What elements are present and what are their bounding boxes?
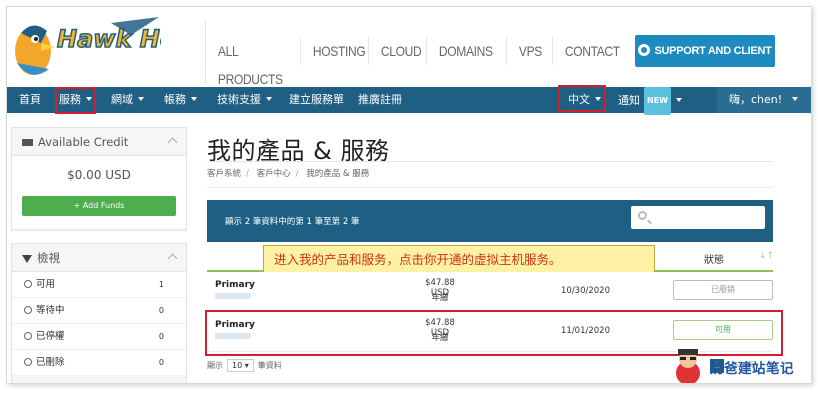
filter-label: 可用 — [36, 279, 56, 290]
main-nav: ALL PRODUCTS HOSTING CLOUD DOMAINS VPS C… — [205, 37, 632, 87]
filter-active[interactable]: 可用 1 — [12, 272, 186, 298]
support-client-area-button[interactable]: SUPPORT AND CLIENT AREA — [635, 35, 775, 89]
watermark-avatar-icon — [676, 349, 700, 385]
filter-suspended[interactable]: 已停權 0 — [12, 324, 186, 350]
tutorial-annotation: 进入我的产品和服务，点击你开通的虚拟主机服务。 — [263, 245, 655, 275]
filter-count: 1 — [158, 280, 164, 289]
user-greeting-label: 嗨，chen! — [729, 93, 783, 106]
table-info: 顯示 2 筆資料中的第 1 筆至第 2 筆 — [225, 217, 360, 227]
nav-domains[interactable]: DOMAINS — [426, 37, 495, 65]
pager-records-label: 筆資料 — [257, 361, 282, 370]
credit-amount: $0.00 USD — [12, 156, 186, 196]
site-header: Hawk Host ALL PRODUCTS HOSTING CLOUD DOM… — [7, 7, 811, 89]
filter-label: 已停權 — [36, 331, 65, 342]
search-icon — [638, 211, 647, 220]
user-greeting: 嗨，chen! — [729, 87, 799, 113]
filter-pending[interactable]: 等待中 0 — [12, 298, 186, 324]
radio-icon — [24, 306, 32, 314]
filter-count: 0 — [158, 332, 164, 341]
radio-icon — [24, 332, 32, 340]
breadcrumb-client-area[interactable]: 客戶中心 — [257, 169, 291, 179]
services-highlight-box — [55, 87, 96, 114]
subnav-support[interactable]: 技術支援 — [217, 87, 272, 113]
caret-down-icon — [138, 97, 144, 101]
available-credit-panel: Available Credit $0.00 USD + Add Funds — [11, 127, 187, 231]
money-icon — [22, 139, 33, 146]
view-panel-header[interactable]: 檢視 — [12, 244, 186, 272]
user-menu[interactable]: 嗨，chen! — [717, 87, 811, 113]
filter-label: 等待中 — [36, 305, 65, 316]
title-divider — [207, 161, 773, 162]
chevron-up-icon[interactable] — [167, 137, 178, 148]
view-title: 檢視 — [37, 251, 60, 265]
language-highlight-box — [558, 85, 606, 112]
filter-count: 0 — [158, 306, 164, 315]
logo-word-hawk: Hawk Host — [57, 25, 161, 53]
filter-terminated[interactable]: 已刪除 0 — [12, 350, 186, 376]
chevron-up-icon[interactable] — [167, 253, 178, 264]
nav-all-products[interactable]: ALL PRODUCTS — [205, 37, 287, 87]
breadcrumb: 客戶系統 / 客戶中心 / 我的產品 & 服務 — [207, 169, 370, 179]
status-column-header[interactable]: 狀態 — [704, 251, 724, 266]
product-name: Primary — [215, 280, 255, 290]
blurred-domain — [215, 293, 251, 299]
client-area-nav: 首頁 服務 網域 帳務 技術支援 建立服務單 推廣註冊 中文 通知 NEW 嗨，c… — [7, 87, 811, 115]
new-badge: NEW — [644, 87, 671, 115]
nav-contact[interactable]: CONTACT — [552, 37, 621, 65]
page-size-value: 10 — [232, 361, 243, 370]
page-size-control: 顯示 10 ▾ 筆資料 — [207, 359, 282, 372]
table-row[interactable]: Primary $47.88 USD 年繳 10/30/2020 已廢銷 — [207, 272, 773, 312]
nav-hosting[interactable]: HOSTING — [300, 37, 366, 65]
next-due-date: 10/30/2020 — [561, 286, 610, 296]
radio-icon — [24, 280, 32, 288]
subnav-open-ticket[interactable]: 建立服務單 — [289, 87, 344, 113]
caret-down-icon — [266, 97, 272, 101]
table-search-input[interactable] — [631, 206, 765, 229]
support-button-label: SUPPORT AND CLIENT AREA — [654, 45, 772, 89]
notifications-label: 通知 — [618, 94, 640, 107]
lifebuoy-icon — [638, 44, 651, 56]
subnav-support-label: 技術支援 — [217, 93, 261, 106]
caret-down-icon — [792, 97, 799, 101]
subnav-billing-label: 帳務 — [164, 93, 186, 106]
page-size-select[interactable]: 10 ▾ — [227, 359, 254, 372]
filter-icon — [22, 255, 32, 263]
breadcrumb-portal[interactable]: 客戶系統 — [207, 169, 241, 179]
nav-cloud[interactable]: CLOUD — [368, 37, 422, 65]
credit-panel-header[interactable]: Available Credit — [12, 128, 186, 156]
pager-show-label: 顯示 — [207, 361, 223, 370]
subnav-domains[interactable]: 網域 — [111, 87, 144, 113]
table-toolbar: 顯示 2 筆資料中的第 1 筆至第 2 筆 — [207, 200, 773, 242]
billing-cycle: 年繳 — [431, 293, 449, 303]
caret-down-icon — [191, 97, 197, 101]
subnav-billing[interactable]: 帳務 — [164, 87, 197, 113]
filter-label: 已刪除 — [36, 357, 65, 368]
subnav-home[interactable]: 首頁 — [19, 87, 41, 113]
sort-icon[interactable]: ↓↑ — [759, 251, 774, 261]
add-funds-wrap: + Add Funds — [12, 196, 186, 228]
watermark-text: 奶爸建站笔记 — [710, 361, 794, 377]
subnav-notifications[interactable]: 通知 NEW — [618, 87, 682, 115]
hawk-host-logo[interactable]: Hawk Host — [11, 13, 161, 83]
watermark: 奶爸建站笔记 — [668, 343, 818, 385]
subnav-domains-label: 網域 — [111, 93, 133, 106]
status-badge: 已廢銷 — [673, 280, 773, 300]
credit-title: Available Credit — [38, 135, 129, 149]
caret-down-icon — [675, 98, 682, 102]
nav-vps[interactable]: VPS — [506, 37, 546, 65]
breadcrumb-current: 我的產品 & 服務 — [306, 169, 370, 179]
breadcrumb-divider — [207, 187, 773, 188]
browser-frame: Hawk Host ALL PRODUCTS HOSTING CLOUD DOM… — [6, 6, 812, 384]
radio-icon — [24, 358, 32, 366]
view-filter-panel: 檢視 可用 1 等待中 0 已停權 0 已刪除 0 — [11, 243, 187, 383]
add-funds-button[interactable]: + Add Funds — [22, 196, 176, 216]
subnav-affiliates[interactable]: 推廣註冊 — [358, 87, 402, 113]
filter-count: 0 — [158, 358, 164, 367]
